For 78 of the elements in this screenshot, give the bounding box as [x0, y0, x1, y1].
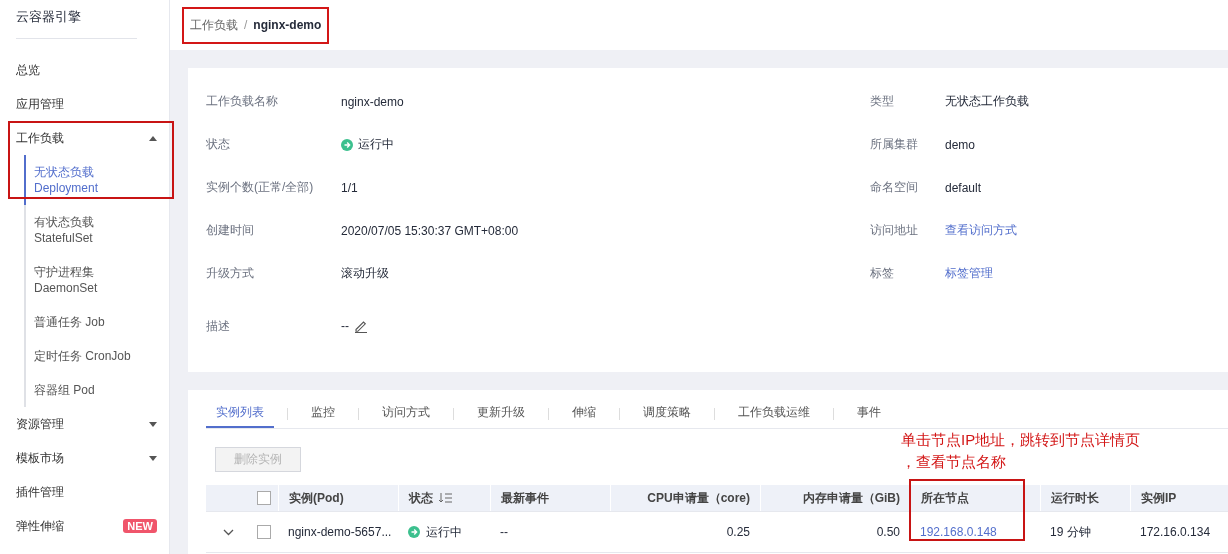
nav-item[interactable]: 总览: [0, 53, 169, 87]
tab[interactable]: 监控: [301, 400, 345, 428]
nav-label: 应用管理: [16, 95, 64, 113]
field-label: 描述: [206, 317, 231, 335]
field-value: 无状态工作负载: [945, 93, 1029, 110]
field-value: --: [341, 319, 349, 333]
nav-label: 弹性伸缩: [16, 517, 64, 535]
nav-label: 工作负载: [16, 129, 64, 147]
tab[interactable]: 更新升级: [467, 400, 535, 428]
field-label: 所属集群: [870, 136, 919, 153]
running-icon: [341, 138, 353, 151]
field-link[interactable]: 查看访问方式: [945, 222, 1017, 239]
nav-group[interactable]: 工作负载: [0, 121, 169, 155]
running-icon: [408, 526, 420, 538]
tab[interactable]: 事件: [847, 400, 891, 428]
tab[interactable]: 访问方式: [372, 400, 440, 428]
nav-group[interactable]: 模板市场: [0, 441, 169, 475]
checkbox[interactable]: [257, 491, 271, 505]
nav-item[interactable]: 弹性伸缩 NEW: [0, 509, 169, 543]
tab[interactable]: 伸缩: [562, 400, 606, 428]
nav-item[interactable]: 应用管理: [0, 87, 169, 121]
column-header: 实例(Pod): [289, 489, 344, 507]
field-value: nginx-demo: [341, 94, 404, 109]
field-label: 命名空间: [870, 179, 919, 196]
table-cell: nginx-demo-5657...: [288, 525, 392, 539]
annotation-text: 单击节点IP地址，跳转到节点详情页 ，查看节点名称: [901, 430, 1141, 472]
field-label: 类型: [870, 93, 895, 110]
nav-subitem[interactable]: 定时任务 CronJob: [24, 339, 169, 373]
column-header: CPU申请量（core): [647, 489, 750, 507]
field-value: 滚动升级: [341, 265, 389, 282]
table-cell: 172.16.0.134: [1140, 525, 1211, 539]
breadcrumb-separator: /: [244, 18, 248, 32]
table-cell: 运行中: [426, 523, 462, 541]
nav-label: 总览: [16, 61, 40, 79]
field-label: 升级方式: [206, 265, 255, 282]
breadcrumb-link[interactable]: 工作负载: [190, 16, 238, 34]
field-value: 运行中: [358, 136, 394, 153]
table-cell: 0.50: [876, 525, 900, 539]
expand-chevron-icon[interactable]: [222, 528, 234, 536]
checkbox[interactable]: [257, 525, 271, 539]
tab[interactable]: 调度策略: [633, 400, 701, 428]
table-cell: --: [500, 525, 508, 539]
edit-icon[interactable]: [354, 319, 368, 333]
sort-icon[interactable]: [439, 493, 452, 503]
field-label: 状态: [206, 136, 231, 153]
nav-item[interactable]: 插件管理: [0, 475, 169, 509]
field-value: 2020/07/05 15:30:37 GMT+08:00: [341, 223, 519, 238]
column-header: 运行时长: [1051, 489, 1099, 507]
field-value: demo: [945, 137, 976, 152]
column-header: 状态: [409, 489, 433, 507]
node-link[interactable]: 192.168.0.148: [920, 525, 997, 539]
nav-subitem[interactable]: 容器组 Pod: [24, 373, 169, 407]
new-badge: NEW: [123, 519, 157, 533]
field-label: 访问地址: [870, 222, 919, 239]
breadcrumb-current: nginx-demo: [253, 18, 322, 32]
field-value: 1/1: [341, 180, 358, 195]
table-cell: 0.25: [726, 525, 750, 539]
field-link[interactable]: 标签管理: [945, 265, 993, 282]
column-header: 内存申请量（GiB): [802, 489, 900, 507]
table-cell: 19 分钟: [1050, 523, 1091, 541]
column-header: 实例IP: [1141, 489, 1177, 507]
tab[interactable]: 实例列表: [206, 400, 274, 428]
column-header: 所在节点: [921, 489, 969, 507]
field-value: default: [945, 180, 982, 195]
nav-label: 模板市场: [16, 449, 64, 467]
nav-subitem[interactable]: 普通任务 Job: [24, 305, 169, 339]
nav-group[interactable]: 资源管理: [0, 407, 169, 441]
tab[interactable]: 工作负载运维: [728, 400, 820, 428]
field-label: 实例个数(正常/全部): [206, 179, 315, 196]
field-label: 创建时间: [206, 222, 255, 239]
nav-label: 插件管理: [16, 483, 64, 501]
app-title: 云容器引擎: [15, 8, 82, 26]
column-header: 最新事件: [501, 489, 549, 507]
nav-subitem[interactable]: 有状态负载 StatefulSet: [24, 205, 169, 255]
field-label: 标签: [870, 265, 895, 282]
nav-subitem[interactable]: 守护进程集 DaemonSet: [24, 255, 169, 305]
field-label: 工作负载名称: [206, 93, 279, 110]
nav-label: 资源管理: [16, 415, 64, 433]
